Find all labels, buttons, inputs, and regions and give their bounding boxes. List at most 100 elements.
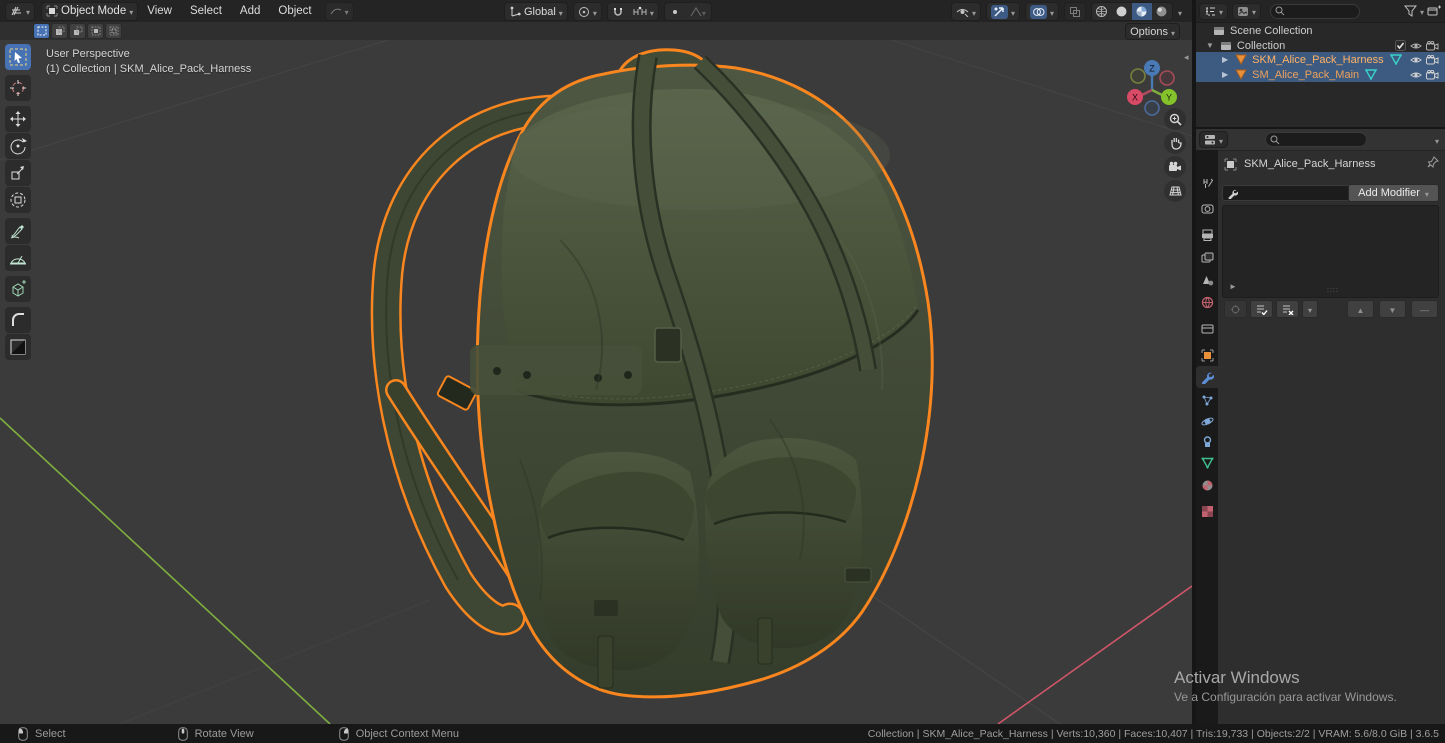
toggle-all-on-button[interactable] <box>1250 300 1273 318</box>
collapse-arrow-icon[interactable]: ▼ <box>1206 41 1214 50</box>
properties-editor-button[interactable] <box>1199 131 1228 148</box>
falloff-dropdown[interactable] <box>685 3 711 20</box>
outliner-row-object1[interactable]: ▶ SKM_Alice_Pack_Harness <box>1196 52 1445 67</box>
outliner-search-input[interactable] <box>1270 4 1360 19</box>
pivot-dropdown[interactable] <box>573 2 602 21</box>
menu-add[interactable]: Add <box>231 0 269 22</box>
options-dropdown[interactable]: Options <box>1125 23 1180 40</box>
modifier-search-input[interactable] <box>1222 185 1350 201</box>
pin-icon[interactable] <box>1427 156 1439 168</box>
tab-collection[interactable] <box>1196 317 1218 339</box>
shading-dropdown[interactable] <box>1178 3 1182 21</box>
collection-checkbox[interactable] <box>1395 40 1406 51</box>
mode-dropdown[interactable]: Object Mode <box>41 2 138 21</box>
toggle-all-off-button[interactable] <box>1276 300 1299 318</box>
tab-constraints[interactable] <box>1196 431 1218 453</box>
resize-grip-icon[interactable]: :::: <box>1327 287 1339 294</box>
move-tool[interactable] <box>5 106 31 132</box>
select-mode-extend-button[interactable] <box>51 23 68 39</box>
gizmos-dropdown[interactable] <box>986 2 1020 21</box>
object1-camera-icon[interactable] <box>1426 55 1439 65</box>
outliner-row-object2[interactable]: ▶ SM_Alice_Pack_Main <box>1196 67 1445 82</box>
xray-toggle[interactable] <box>1064 2 1086 21</box>
add-modifier-button[interactable]: Add Modifier <box>1348 184 1439 202</box>
tab-material[interactable] <box>1196 474 1218 496</box>
filter-funnel-icon[interactable] <box>1404 5 1417 17</box>
outliner-editor-button[interactable] <box>1199 3 1228 20</box>
menu-object[interactable]: Object <box>269 0 320 22</box>
active-object-label: (1) Collection | SKM_Alice_Pack_Harness <box>46 62 251 77</box>
shading-solid-button[interactable] <box>1112 3 1132 20</box>
object2-eye-icon[interactable] <box>1410 70 1422 80</box>
tab-output[interactable] <box>1196 224 1218 246</box>
rotate-tool[interactable] <box>5 133 31 159</box>
measure-tool[interactable] <box>5 245 31 271</box>
expand-arrow-icon[interactable]: ▶ <box>1222 70 1228 79</box>
object-visibility-dropdown[interactable] <box>951 2 981 21</box>
tab-world[interactable] <box>1196 291 1218 313</box>
tab-texture[interactable] <box>1196 500 1218 522</box>
corner-tool[interactable] <box>5 307 31 333</box>
mouse-left-icon <box>18 727 28 741</box>
properties-options-dropdown[interactable] <box>1435 131 1439 149</box>
proportional-edit-toggle[interactable] <box>665 3 685 20</box>
zoom-button[interactable] <box>1164 108 1186 130</box>
properties-breadcrumb: SKM_Alice_Pack_Harness <box>1224 155 1375 173</box>
select-mode-set-button[interactable] <box>33 23 50 39</box>
outliner-row-scene-collection[interactable]: Scene Collection <box>1196 23 1445 38</box>
select-box-tool[interactable] <box>5 44 31 70</box>
tab-object-data[interactable] <box>1196 452 1218 474</box>
tab-scene[interactable] <box>1196 269 1218 291</box>
tab-object[interactable] <box>1196 344 1218 366</box>
outliner-display-mode[interactable] <box>1232 3 1261 20</box>
annotate-tool[interactable] <box>5 218 31 244</box>
menu-view[interactable]: View <box>138 0 181 22</box>
ortho-toggle-button[interactable] <box>1164 180 1186 202</box>
editor-type-button[interactable] <box>5 2 35 21</box>
sidebar-collapse-arrow[interactable]: ◂ <box>1184 52 1189 63</box>
shading-material-button[interactable] <box>1132 3 1152 20</box>
shading-rendered-button[interactable] <box>1152 3 1172 20</box>
modifier-list[interactable]: :::: <box>1222 205 1439 298</box>
apply-modifier-button[interactable] <box>1224 300 1247 318</box>
diagonal-tool[interactable] <box>5 334 31 360</box>
tab-particles[interactable] <box>1196 389 1218 411</box>
new-collection-icon[interactable] <box>1427 5 1441 17</box>
outliner-row-collection[interactable]: ▼ Collection <box>1196 38 1445 53</box>
move-down-button[interactable] <box>1379 300 1406 318</box>
select-mode-invert-button[interactable] <box>87 23 104 39</box>
filter-dropdown[interactable] <box>1420 2 1424 20</box>
properties-search-input[interactable] <box>1265 132 1367 147</box>
tab-modifiers[interactable] <box>1196 366 1218 388</box>
snap-target-dropdown[interactable] <box>628 3 658 20</box>
list-extras-dropdown[interactable] <box>1302 300 1318 318</box>
object1-eye-icon[interactable] <box>1410 55 1422 65</box>
add-cube-tool[interactable] <box>5 276 31 302</box>
overlays-dropdown[interactable] <box>1025 2 1059 21</box>
tab-view-layer[interactable] <box>1196 247 1218 269</box>
move-up-button[interactable] <box>1347 300 1374 318</box>
pan-button[interactable] <box>1164 132 1186 154</box>
active-tool-dropdown[interactable] <box>325 2 354 21</box>
transform-tool[interactable] <box>5 187 31 213</box>
select-mode-subtract-button[interactable] <box>69 23 86 39</box>
expand-arrow-icon[interactable]: ▶ <box>1222 55 1228 64</box>
scale-tool[interactable] <box>5 160 31 186</box>
menu-select[interactable]: Select <box>181 0 231 22</box>
shading-wireframe-button[interactable] <box>1092 3 1112 20</box>
collection-eye-icon[interactable] <box>1410 41 1422 51</box>
select-mode-intersect-button[interactable] <box>105 23 122 39</box>
tab-tool[interactable] <box>1196 172 1218 194</box>
tab-render[interactable] <box>1196 198 1218 220</box>
options-label: Options <box>1130 26 1168 38</box>
panel-expand-arrow[interactable] <box>1229 276 1237 294</box>
collection-camera-icon[interactable] <box>1426 41 1439 51</box>
magnet-toggle[interactable] <box>608 3 628 20</box>
remove-button[interactable] <box>1411 300 1438 318</box>
camera-view-button[interactable] <box>1164 156 1186 178</box>
tab-physics[interactable] <box>1196 410 1218 432</box>
object2-camera-icon[interactable] <box>1426 70 1439 80</box>
viewport-canvas[interactable]: User Perspective (1) Collection | SKM_Al… <box>0 40 1192 724</box>
orientation-dropdown[interactable]: Global <box>504 2 568 21</box>
cursor-tool[interactable] <box>5 75 31 101</box>
